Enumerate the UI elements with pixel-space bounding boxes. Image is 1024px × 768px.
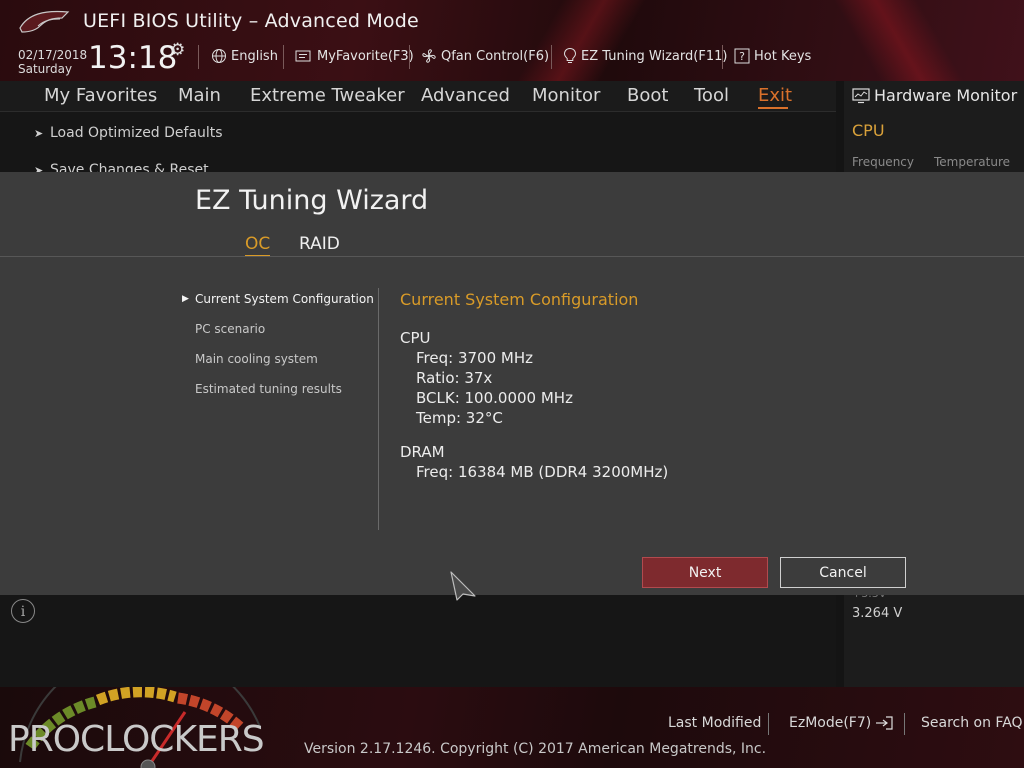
rog-logo-icon xyxy=(19,10,70,33)
step-current-system-configuration[interactable]: Current System Configuration xyxy=(195,292,374,306)
tab-oc[interactable]: OC xyxy=(245,234,271,256)
date-display: 02/17/2018 Saturday xyxy=(18,48,87,76)
header-bar: UEFI BIOS Utility – Advanced Mode 02/17/… xyxy=(0,0,1024,81)
header-separator xyxy=(722,45,723,69)
cpu-ratio-value: Ratio: 37x xyxy=(416,369,493,387)
active-tab-indicator xyxy=(758,107,788,109)
tab-advanced[interactable]: Advanced xyxy=(421,85,510,106)
tab-monitor[interactable]: Monitor xyxy=(532,85,600,106)
cpu-label: CPU xyxy=(400,329,431,347)
search-faq-button[interactable]: Search on FAQ xyxy=(921,715,1023,731)
hot-keys-button[interactable]: ? Hot Keys xyxy=(734,46,811,66)
footer-separator xyxy=(768,713,769,735)
footer-bar: PROCLOCKERS Last Modified EzMode(F7) Sea… xyxy=(0,687,1024,768)
hw-temperature-label: Temperature xyxy=(934,155,1011,169)
tab-main[interactable]: Main xyxy=(178,85,221,106)
ezmode-label: EzMode(F7) xyxy=(789,715,872,731)
watermark-text: PROCLOCKERS xyxy=(8,719,265,760)
main-menu-bar: My Favorites Main Extreme Tweaker Advanc… xyxy=(0,81,836,112)
tab-tool[interactable]: Tool xyxy=(694,85,729,106)
language-button[interactable]: English xyxy=(211,46,278,66)
hw-frequency-label: Frequency xyxy=(852,155,914,169)
hw-cpu-heading: CPU xyxy=(852,121,885,140)
tab-boot[interactable]: Boot xyxy=(627,85,668,106)
hardware-monitor-label: Hardware Monitor xyxy=(874,86,1018,105)
load-optimized-defaults-item[interactable]: ➤ Load Optimized Defaults xyxy=(34,125,223,141)
header-decoration xyxy=(420,0,720,81)
ez-tuning-wizard-button[interactable]: EZ Tuning Wizard(F11) xyxy=(563,46,727,66)
tab-exit[interactable]: Exit xyxy=(758,85,792,106)
favorite-icon xyxy=(295,50,311,62)
hot-keys-label: Hot Keys xyxy=(754,48,812,64)
tab-my-favorites[interactable]: My Favorites xyxy=(44,85,157,106)
header-separator xyxy=(198,45,199,69)
svg-text:?: ? xyxy=(739,50,745,63)
last-modified-label: Last Modified xyxy=(668,715,762,731)
header-separator xyxy=(283,45,284,69)
globe-icon xyxy=(212,49,226,63)
language-label: English xyxy=(231,48,278,64)
clock-display: 13:18 xyxy=(88,40,178,76)
myfavorite-label: MyFavorite(F3) xyxy=(317,48,414,64)
version-text: Version 2.17.1246. Copyright (C) 2017 Am… xyxy=(304,741,767,757)
date-text: 02/17/2018 xyxy=(18,48,88,62)
header-separator xyxy=(409,45,410,69)
monitor-icon xyxy=(852,87,870,103)
step-main-cooling-system[interactable]: Main cooling system xyxy=(195,352,318,366)
day-text: Saturday xyxy=(18,62,73,76)
cpu-bclk-value: BCLK: 100.0000 MHz xyxy=(416,389,573,407)
active-step-arrow-icon: ▶ xyxy=(182,294,189,304)
help-icon: ? xyxy=(734,48,750,64)
step-pc-scenario[interactable]: PC scenario xyxy=(195,322,265,336)
qfan-control-button[interactable]: Qfan Control(F6) xyxy=(421,46,549,66)
hardware-monitor-title: Hardware Monitor xyxy=(852,86,1017,105)
exit-arrow-icon xyxy=(876,716,893,730)
exit-item-label: Load Optimized Defaults xyxy=(50,125,223,141)
ezmode-button[interactable]: EzMode(F7) xyxy=(789,715,894,731)
app-title: UEFI BIOS Utility – Advanced Mode xyxy=(83,10,419,32)
hw-voltage-value: 3.264 V xyxy=(852,606,903,621)
header-separator xyxy=(551,45,552,69)
mouse-cursor-icon xyxy=(450,571,476,601)
gear-icon[interactable]: ⚙ xyxy=(170,40,185,60)
lightbulb-icon xyxy=(563,47,577,63)
footer-separator xyxy=(904,713,905,735)
cpu-freq-value: Freq: 3700 MHz xyxy=(416,349,533,367)
ez-tuning-wizard-label: EZ Tuning Wizard(F11) xyxy=(581,48,728,64)
config-heading: Current System Configuration xyxy=(400,290,639,309)
last-modified-button[interactable]: Last Modified xyxy=(668,715,761,731)
search-faq-label: Search on FAQ xyxy=(921,715,1023,731)
wizard-header-divider xyxy=(0,256,1024,257)
qfan-control-label: Qfan Control(F6) xyxy=(441,48,550,64)
chevron-right-icon: ➤ xyxy=(34,127,44,140)
myfavorite-button[interactable]: MyFavorite(F3) xyxy=(295,46,414,66)
ez-tuning-wizard-dialog: EZ Tuning Wizard OC RAID ▶ Current Syste… xyxy=(0,172,1024,595)
wizard-vertical-divider xyxy=(378,288,379,530)
cpu-temp-value: Temp: 32°C xyxy=(416,409,503,427)
cancel-button[interactable]: Cancel xyxy=(780,557,906,588)
tab-extreme-tweaker[interactable]: Extreme Tweaker xyxy=(250,85,405,106)
step-estimated-tuning-results[interactable]: Estimated tuning results xyxy=(195,382,342,396)
dram-freq-value: Freq: 16384 MB (DDR4 3200MHz) xyxy=(416,463,669,481)
next-button[interactable]: Next xyxy=(642,557,768,588)
dram-label: DRAM xyxy=(400,443,445,461)
header-decoration xyxy=(760,0,1024,81)
tab-raid[interactable]: RAID xyxy=(299,234,340,254)
fan-icon xyxy=(422,49,436,63)
info-icon[interactable]: i xyxy=(11,599,35,623)
wizard-title: EZ Tuning Wizard xyxy=(195,185,429,216)
